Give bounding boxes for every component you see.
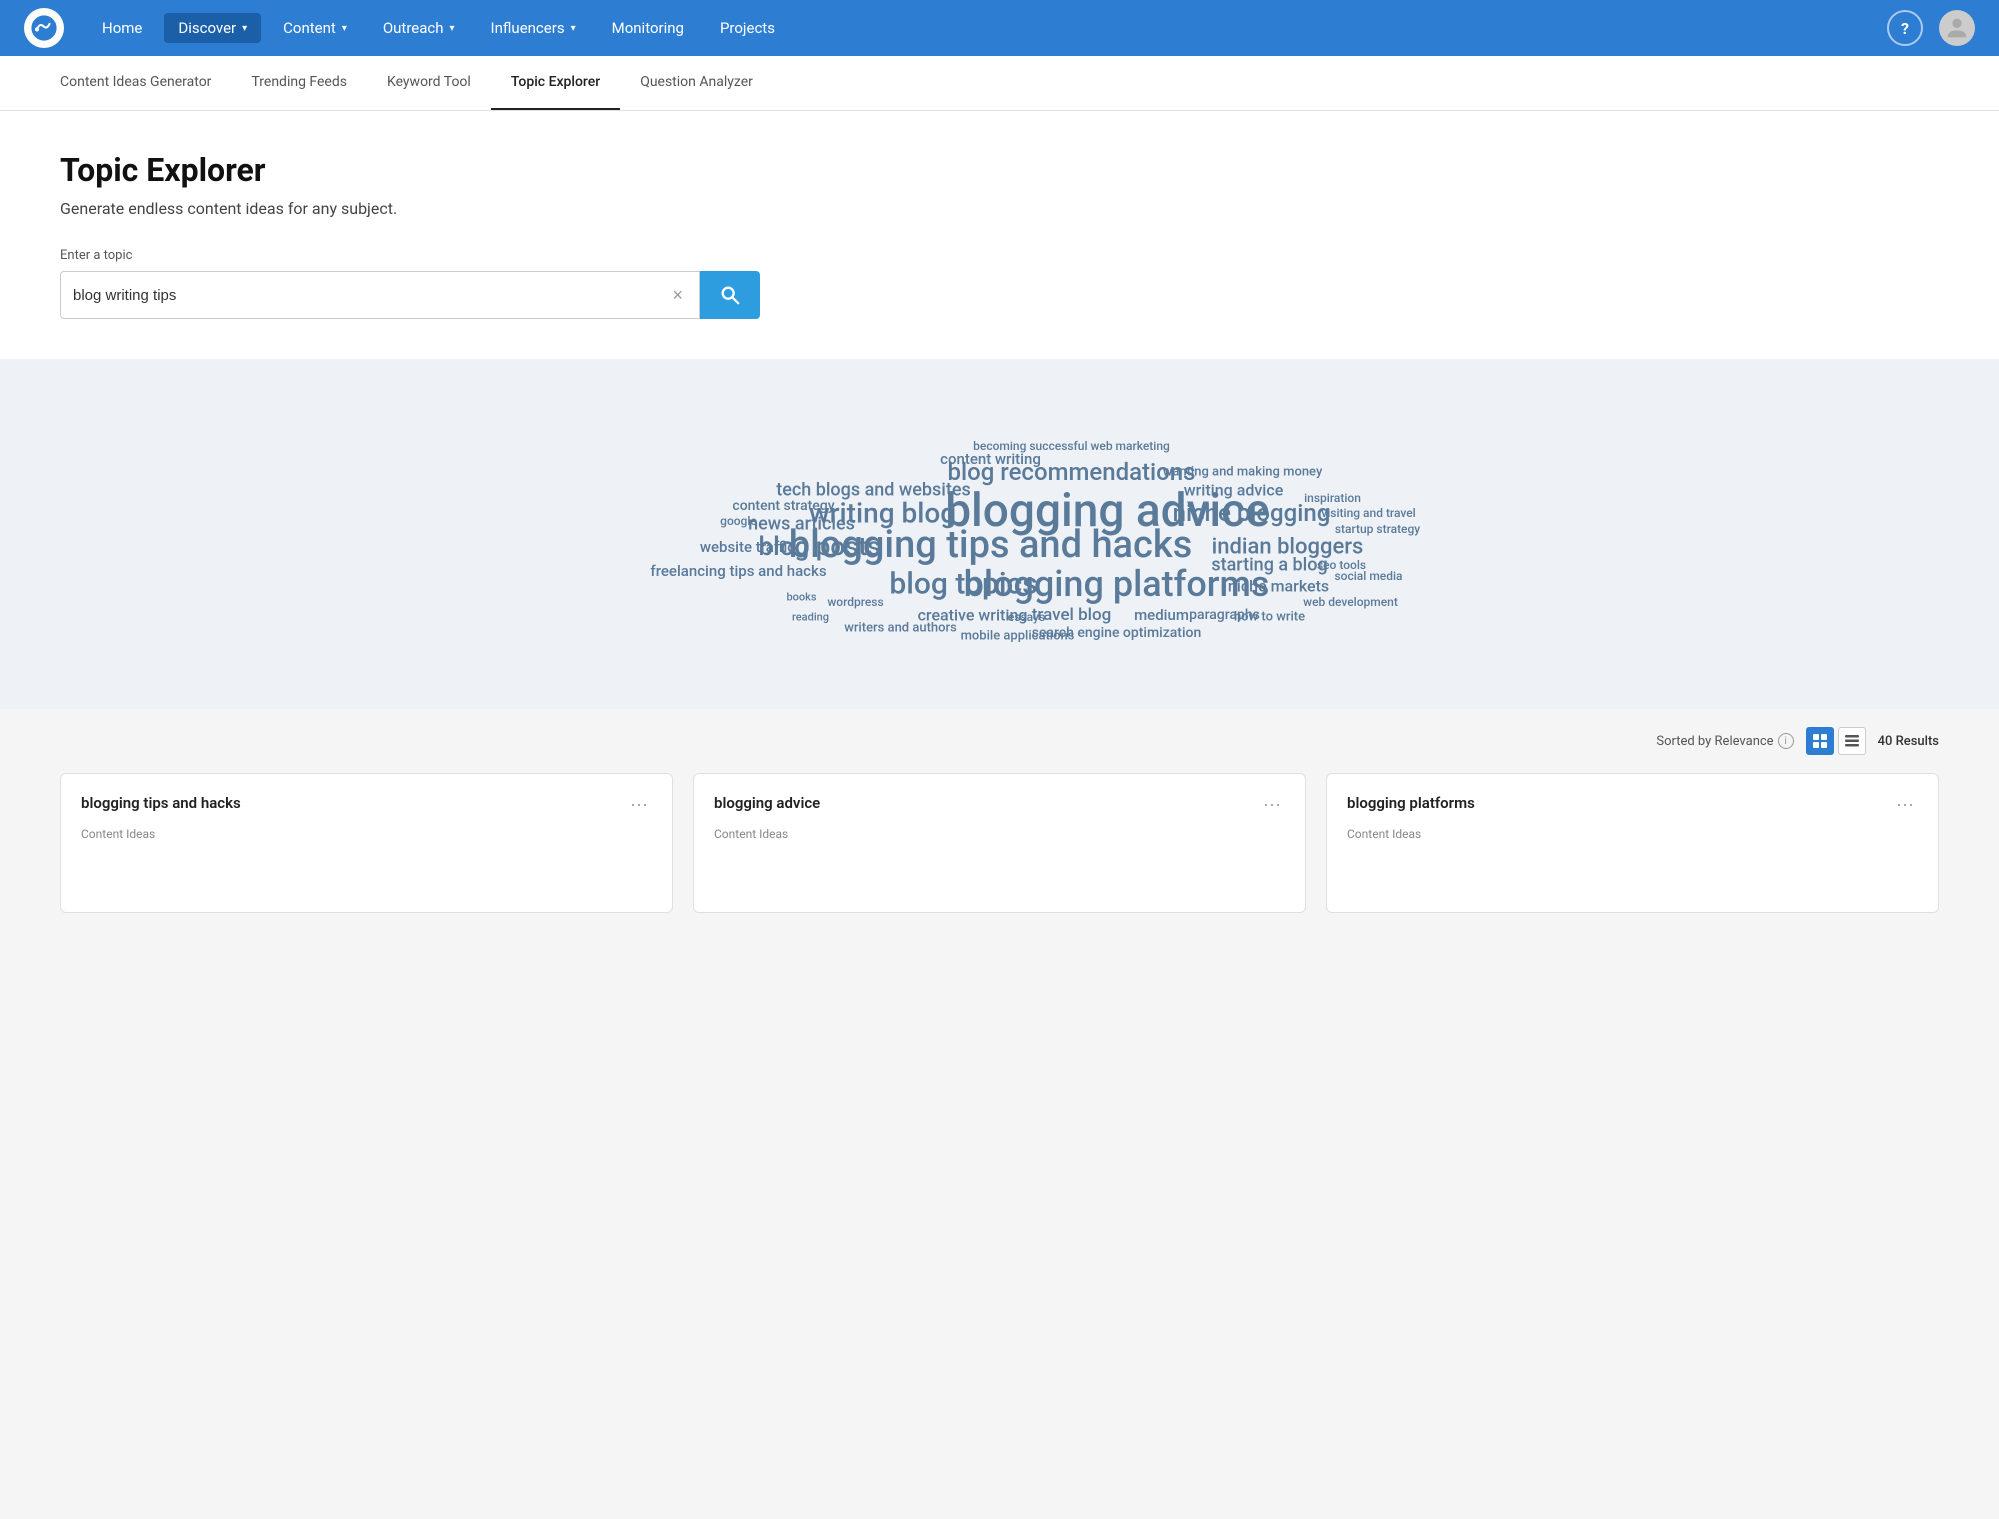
avatar[interactable] [1939,10,1975,46]
cards-row: blogging tips and hacks ··· Content Idea… [60,773,1939,913]
table-row: blogging platforms ··· Content Ideas [1326,773,1939,913]
info-icon[interactable]: i [1778,733,1794,749]
grid-icon [1812,733,1828,749]
top-nav: Home Discover ▾ Content ▾ Outreach ▾ Inf… [0,0,1999,56]
search-input-wrapper: × [60,271,700,319]
chevron-down-icon: ▾ [571,23,576,34]
input-label: Enter a topic [60,248,1939,263]
nav-home[interactable]: Home [88,13,156,43]
card-menu-button[interactable]: ··· [1892,794,1918,815]
word-cloud-item[interactable]: reading [792,611,829,624]
list-view-button[interactable] [1838,727,1866,755]
logo[interactable] [24,8,64,48]
word-cloud-item[interactable]: essays [1008,610,1045,624]
tab-content-ideas-generator[interactable]: Content Ideas Generator [40,56,231,110]
nav-outreach[interactable]: Outreach ▾ [369,13,469,43]
chevron-down-icon: ▾ [242,23,247,34]
word-cloud-item[interactable]: becoming successful web marketing [973,439,1170,453]
word-cloud-item[interactable]: visiting and travel [1321,506,1415,520]
sub-nav: Content Ideas Generator Trending Feeds K… [0,56,1999,111]
word-cloud-item[interactable]: books [786,590,816,603]
word-cloud-item[interactable]: mobile applications [961,628,1075,643]
word-cloud-item[interactable]: medium [1134,606,1189,624]
word-cloud: blogging tips and hacksblogging advicebl… [550,399,1450,659]
tab-question-analyzer[interactable]: Question Analyzer [620,56,773,110]
word-cloud-item[interactable]: blog topics [889,566,1037,601]
chevron-down-icon: ▾ [450,23,455,34]
main-content: Topic Explorer Generate endless content … [0,111,1999,709]
search-icon [719,284,741,306]
results-header: Sorted by Relevance i 40 Results [60,709,1939,773]
word-cloud-item[interactable]: startup strategy [1335,522,1420,536]
card-title: blogging platforms [1347,794,1475,812]
page-subtitle: Generate endless content ideas for any s… [60,199,1939,218]
results-area: Sorted by Relevance i 40 Results [0,709,1999,953]
table-row: blogging tips and hacks ··· Content Idea… [60,773,673,913]
nav-discover[interactable]: Discover ▾ [164,13,261,43]
card-title: blogging tips and hacks [81,794,241,812]
table-row: blogging advice ··· Content Ideas [693,773,1306,913]
card-menu-button[interactable]: ··· [1259,794,1285,815]
page-title: Topic Explorer [60,151,1939,189]
results-count: 40 Results [1878,734,1939,749]
word-cloud-item[interactable]: writing advice [1184,481,1284,500]
word-cloud-item[interactable]: inspiration [1304,491,1361,505]
card-subtitle: Content Ideas [1347,827,1918,841]
word-cloud-item[interactable]: content strategy [732,498,834,514]
view-toggle [1806,727,1866,755]
word-cloud-item[interactable]: writers and authors [844,620,957,635]
clear-button[interactable]: × [668,285,687,306]
word-cloud-item[interactable]: wordpress [827,595,883,609]
card-subtitle: Content Ideas [714,827,1285,841]
word-cloud-item[interactable]: web development [1303,595,1398,609]
word-cloud-item[interactable]: google [720,514,757,528]
word-cloud-item[interactable]: wanting and making money [1163,464,1323,479]
card-header: blogging platforms ··· [1347,794,1918,815]
search-button[interactable] [700,271,760,319]
card-subtitle: Content Ideas [81,827,652,841]
card-header: blogging advice ··· [714,794,1285,815]
word-cloud-item[interactable]: social media [1335,569,1403,583]
list-icon [1844,733,1860,749]
word-cloud-area: blogging tips and hacksblogging advicebl… [0,359,1999,709]
nav-influencers[interactable]: Influencers ▾ [477,13,590,43]
word-cloud-item[interactable]: niche markets [1228,577,1329,596]
card-title: blogging advice [714,794,820,812]
sort-label: Sorted by Relevance i [1656,733,1793,749]
tab-trending-feeds[interactable]: Trending Feeds [231,56,367,110]
tab-keyword-tool[interactable]: Keyword Tool [367,56,491,110]
grid-view-button[interactable] [1806,727,1834,755]
nav-projects[interactable]: Projects [706,13,789,43]
card-menu-button[interactable]: ··· [626,794,652,815]
nav-content[interactable]: Content ▾ [269,13,361,43]
card-header: blogging tips and hacks ··· [81,794,652,815]
search-input[interactable] [73,287,668,304]
search-row: × [60,271,760,319]
chevron-down-icon: ▾ [342,23,347,34]
word-cloud-item[interactable]: starting a blog [1211,555,1327,576]
word-cloud-item[interactable]: how to write [1234,610,1305,625]
word-cloud-item[interactable]: freelancing tips and hacks [650,562,826,580]
help-button[interactable]: ? [1887,10,1923,46]
tab-topic-explorer[interactable]: Topic Explorer [491,56,620,110]
word-cloud-item[interactable]: website traffic [700,538,795,556]
nav-monitoring[interactable]: Monitoring [598,13,698,43]
word-cloud-item[interactable]: news articles [748,513,855,534]
